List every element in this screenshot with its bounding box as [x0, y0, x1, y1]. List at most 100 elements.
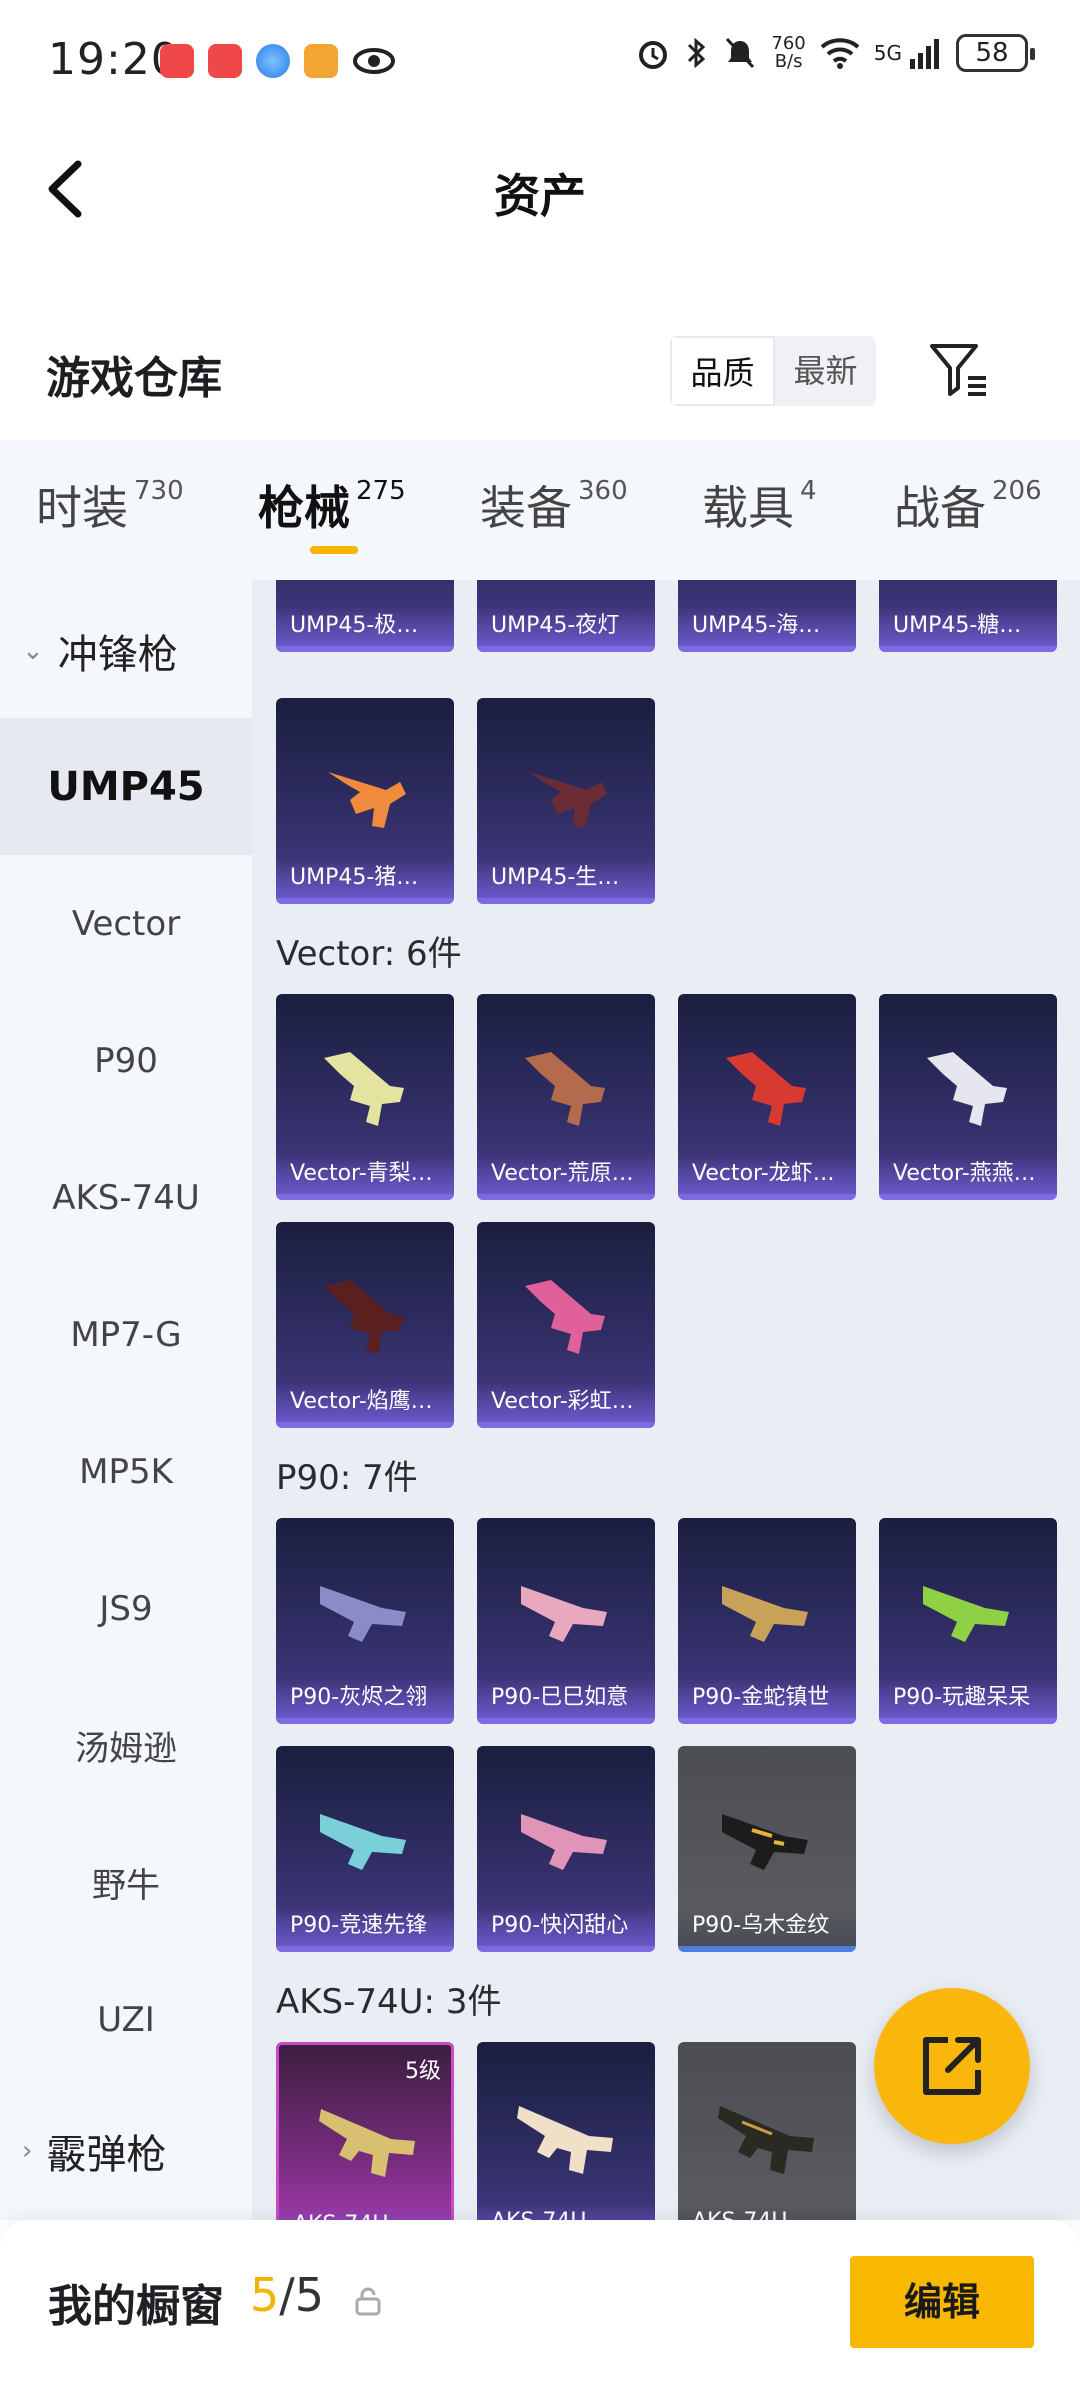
weapon-card[interactable]: AKS-74U-…	[678, 2042, 856, 2220]
tab-count: 4	[800, 476, 817, 506]
weapon-card[interactable]: AKS-74U-…	[477, 2042, 655, 2220]
weapon-card[interactable]: UMP45-生…	[477, 698, 655, 904]
weapon-card[interactable]: P90-玩趣呆呆	[879, 1518, 1057, 1724]
smg-skin-image	[324, 1052, 404, 1126]
weapon-card[interactable]: P90-竞速先锋	[276, 1746, 454, 1952]
sidebar-item-vector[interactable]: Vector	[0, 855, 252, 992]
notification-icons	[160, 44, 396, 78]
weapon-card[interactable]: 5级 AKS-74U-…	[276, 2042, 454, 2220]
tab-supplies[interactable]: 战备 206	[894, 472, 1042, 538]
weapon-card-label: P90-竞速先锋	[276, 1906, 454, 1946]
weapon-card[interactable]: UMP45-糖…	[879, 580, 1057, 652]
tab-guns[interactable]: 枪械 275	[258, 472, 406, 538]
weapon-card[interactable]: Vector-荒原…	[477, 994, 655, 1200]
smg-skin-image	[525, 1052, 605, 1126]
smg-skin-image	[913, 580, 1023, 590]
sidebar-item-p90[interactable]: P90	[0, 992, 252, 1129]
showcase-count: 5/5	[250, 2268, 324, 2322]
weapon-card[interactable]: UMP45-猪…	[276, 698, 454, 904]
weapon-card-label: Vector-龙虾…	[678, 1154, 856, 1194]
tab-label: 装备	[480, 481, 572, 535]
sort-latest-option[interactable]: 最新	[775, 336, 876, 406]
weapon-card[interactable]: Vector-燕燕…	[879, 994, 1057, 1200]
weapon-card[interactable]: Vector-焰鹰…	[276, 1222, 454, 1428]
sidebar-group-label: 霰弹枪	[46, 2132, 167, 2178]
smg-skin-image	[722, 1586, 808, 1642]
sort-quality-option[interactable]: 品质	[670, 336, 775, 406]
warehouse-header: 游戏仓库 品质 最新	[0, 320, 1080, 440]
section-title-aks74u: AKS-74U: 3件	[276, 1982, 502, 2022]
weapon-card-label: Vector-荒原…	[477, 1154, 655, 1194]
filter-button[interactable]	[928, 338, 992, 402]
weapon-card[interactable]: P90-金蛇镇世	[678, 1518, 856, 1724]
bluetooth-icon	[688, 37, 706, 69]
weapon-card-label: UMP45-夜灯	[477, 606, 655, 646]
smg-skin-image	[726, 1052, 806, 1126]
share-button[interactable]	[874, 1988, 1030, 2144]
tab-count: 275	[356, 476, 406, 506]
category-tabs: 时装 730 枪械 275 装备 360 载具 4 战备 206	[0, 440, 1080, 580]
rifle-skin-image	[718, 2106, 814, 2174]
showcase-count-total: /5	[279, 2268, 325, 2322]
rifle-skin-image	[517, 2106, 613, 2174]
weapon-sidebar: ⌄ 冲锋枪 UMP45 Vector P90 AKS-74U MP7-G MP5…	[0, 580, 252, 2220]
tab-label: 枪械	[258, 481, 350, 535]
sidebar-item-mp7g[interactable]: MP7-G	[0, 1266, 252, 1403]
showcase-title: 我的橱窗	[48, 2281, 224, 2332]
tab-equipment[interactable]: 装备 360	[480, 472, 628, 538]
tab-fashion[interactable]: 时装 730	[36, 472, 184, 538]
rifle-skin-image	[319, 2109, 415, 2177]
sidebar-item-thompson[interactable]: 汤姆逊	[0, 1677, 252, 1814]
weapon-card[interactable]: P90-快闪甜心	[477, 1746, 655, 1952]
weapon-card[interactable]: UMP45-夜灯	[477, 580, 655, 652]
sidebar-item-bizon[interactable]: 野牛	[0, 1814, 252, 1951]
weapon-card[interactable]: P90-巳巳如意	[477, 1518, 655, 1724]
weapon-card-label: AKS-74U-…	[678, 2202, 856, 2220]
tab-count: 730	[134, 476, 184, 506]
eye-icon	[353, 48, 395, 74]
sidebar-group-label: 冲锋枪	[57, 632, 178, 678]
wifi-icon	[820, 38, 860, 69]
section-title-p90: P90: 7件	[276, 1458, 418, 1498]
edit-button[interactable]: 编辑	[850, 2256, 1034, 2348]
mute-icon	[726, 37, 755, 69]
tab-label: 时装	[36, 481, 128, 535]
weapon-card-label: P90-巳巳如意	[477, 1678, 655, 1718]
weapon-card-label: P90-金蛇镇世	[678, 1678, 856, 1718]
weapon-card[interactable]: P90-乌木金纹	[678, 1746, 856, 1952]
sidebar-item-mp5k[interactable]: MP5K	[0, 1403, 252, 1540]
sidebar-group-smg[interactable]: ⌄ 冲锋枪	[0, 582, 252, 720]
chevron-down-icon: ⌄	[22, 636, 44, 666]
sort-toggle: 品质 最新	[670, 336, 876, 406]
tab-count: 360	[578, 476, 628, 506]
smg-skin-image	[529, 772, 607, 828]
sidebar-item-js9[interactable]: JS9	[0, 1540, 252, 1677]
weapon-card[interactable]: UMP45-海…	[678, 580, 856, 652]
chevron-right-icon: ›	[22, 2136, 33, 2166]
smg-skin-image	[927, 1052, 1007, 1126]
sidebar-item-ump45[interactable]: UMP45	[0, 718, 252, 855]
filter-icon	[930, 344, 986, 396]
weapon-card[interactable]: UMP45-极…	[276, 580, 454, 652]
tab-vehicles[interactable]: 载具 4	[702, 472, 817, 538]
showcase-bar: 我的橱窗 5/5 编辑	[0, 2220, 1080, 2382]
smg-skin-image	[310, 580, 420, 590]
sidebar-group-shotgun[interactable]: › 霰弹枪	[0, 2082, 252, 2220]
smg-skin-image	[712, 580, 822, 590]
sidebar-item-aks74u[interactable]: AKS-74U	[0, 1129, 252, 1266]
weapon-card[interactable]: P90-灰烬之翎	[276, 1518, 454, 1724]
weapon-card[interactable]: Vector-彩虹…	[477, 1222, 655, 1428]
weapon-card[interactable]: Vector-龙虾…	[678, 994, 856, 1200]
weapon-card-label: UMP45-生…	[477, 858, 655, 898]
weapon-card-label: UMP45-海…	[678, 606, 856, 646]
weapon-card-label: P90-玩趣呆呆	[879, 1678, 1057, 1718]
alarm-icon	[639, 41, 668, 69]
network-type: 5G	[873, 41, 902, 65]
weapon-card[interactable]: Vector-青梨…	[276, 994, 454, 1200]
sidebar-item-uzi[interactable]: UZI	[0, 1951, 252, 2088]
weapon-card-label: UMP45-猪…	[276, 858, 454, 898]
smg-skin-image	[521, 1586, 607, 1642]
status-bar: 19:20 760 B/s 5G 58	[0, 0, 1080, 120]
smg-skin-image	[320, 1814, 406, 1870]
smg-skin-image	[525, 1280, 605, 1354]
